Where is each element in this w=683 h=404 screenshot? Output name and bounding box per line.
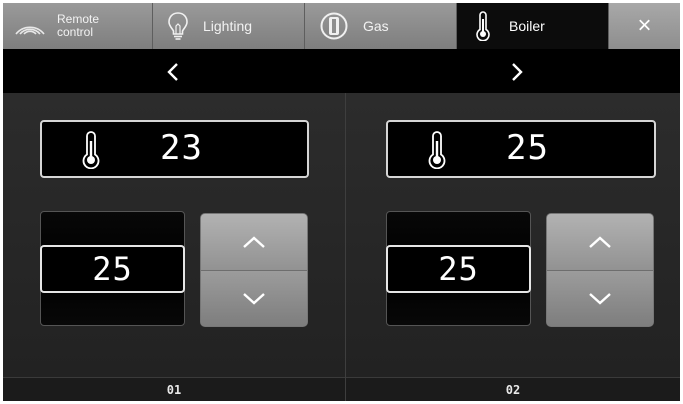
lightbulb-icon xyxy=(153,11,203,41)
current-temperature-display: 25 xyxy=(386,120,656,178)
zone-nav-bar xyxy=(3,49,680,93)
boiler-control-window: Remote control Lighting Gas Boiler × 23 … xyxy=(3,3,680,401)
zone-panel-2: 25 25 xyxy=(346,93,680,377)
thermometer-icon xyxy=(80,131,102,174)
thermometer-icon xyxy=(457,11,509,41)
wifi-signal-icon xyxy=(3,14,57,38)
decrease-setpoint-button[interactable] xyxy=(201,271,307,326)
tab-lighting[interactable]: Lighting xyxy=(153,3,305,49)
increase-setpoint-button[interactable] xyxy=(201,214,307,271)
tab-bar: Remote control Lighting Gas Boiler × xyxy=(3,3,680,49)
setpoint-scroller[interactable]: 25 xyxy=(386,211,531,326)
chevron-up-icon xyxy=(589,236,611,248)
current-temperature-display: 23 xyxy=(40,120,309,178)
thermometer-icon xyxy=(426,131,448,174)
close-button[interactable]: × xyxy=(609,3,680,49)
tab-gas-label: Gas xyxy=(363,18,389,34)
tab-remote-control[interactable]: Remote control xyxy=(3,3,153,49)
chevron-down-icon xyxy=(589,293,611,305)
zone-label-1: 01 xyxy=(3,377,345,401)
setpoint-value: 25 xyxy=(40,245,185,293)
chevron-left-icon xyxy=(167,63,178,81)
tab-remote-label-line1: Remote xyxy=(57,12,100,26)
decrease-setpoint-button[interactable] xyxy=(547,271,653,326)
increase-setpoint-button[interactable] xyxy=(547,214,653,271)
zone-label-2: 02 xyxy=(346,377,680,401)
setpoint-stepper xyxy=(200,213,308,327)
close-icon: × xyxy=(637,12,652,39)
current-temperature-value: 25 xyxy=(506,128,549,168)
zone-panel-1: 23 25 xyxy=(3,93,345,377)
tab-remote-label-line2: control xyxy=(57,25,94,39)
gas-valve-icon xyxy=(305,11,363,41)
chevron-down-icon xyxy=(243,293,265,305)
next-zone-button[interactable] xyxy=(503,59,531,85)
setpoint-stepper xyxy=(546,213,654,327)
setpoint-scroller[interactable]: 25 xyxy=(40,211,185,326)
tab-boiler-label: Boiler xyxy=(509,18,545,34)
prev-zone-button[interactable] xyxy=(159,59,187,85)
setpoint-value: 25 xyxy=(386,245,531,293)
tab-remote-label: Remote control xyxy=(57,13,99,39)
zone-divider xyxy=(345,93,346,401)
chevron-up-icon xyxy=(243,236,265,248)
chevron-right-icon xyxy=(512,63,523,81)
tab-gas[interactable]: Gas xyxy=(305,3,457,49)
tab-boiler[interactable]: Boiler xyxy=(457,3,609,49)
tab-lighting-label: Lighting xyxy=(203,18,253,34)
current-temperature-value: 23 xyxy=(160,128,203,168)
